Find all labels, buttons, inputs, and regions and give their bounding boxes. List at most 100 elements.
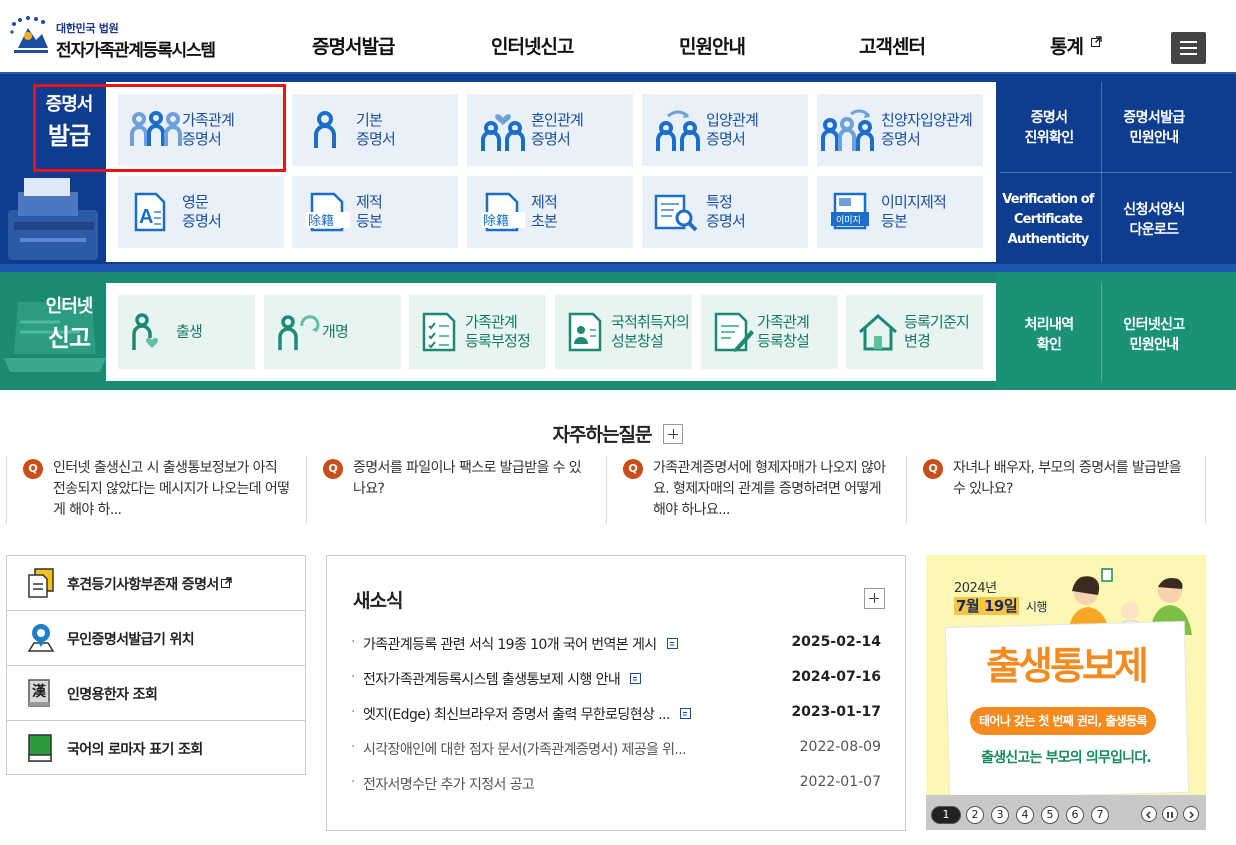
banner-page-3[interactable]: 3 [991,806,1009,824]
faq-question: 가족관계증명서에 형제자매가 나오지 않아요. 형제자매의 관계를 증명하려면 … [653,460,886,518]
news-item-date: 2024-07-16 [791,669,881,685]
faq-item[interactable]: Q 가족관계증명서에 형제자매가 나오지 않아요. 형제자매의 관계를 증명하려… [606,456,906,524]
cert-issue-guide-link[interactable]: 증명서발급 민원안내 [1104,108,1204,148]
banner-page-7[interactable]: 7 [1091,806,1109,824]
banner-next-icon[interactable] [1183,806,1199,822]
tile-label: 혼인관계 증명서 [531,111,584,148]
couple-heart-icon [481,114,525,151]
tile-label: 가족관계 등록부정정 [465,313,531,350]
quick-link-guardianship-cert[interactable]: 후견등기사항부존재 증명서 [7,556,305,611]
news-item-title: 전자서명수단 추가 지정서 공고 [363,777,535,793]
bullet: · [351,739,356,755]
svg-text:漢: 漢 [32,683,47,700]
news-item-date: 2025-02-14 [791,634,881,650]
tile-adoption-cert[interactable]: 입양관계 증명서 [642,94,808,166]
banner-page-4[interactable]: 4 [1016,806,1034,824]
news-item-date: 2022-08-09 [799,739,881,755]
news-item[interactable]: · 가족관계등록 관련 서식 19종 10개 국어 번역본 게시 2025-02… [351,634,881,654]
tile-label: 제적 초본 [531,193,558,230]
tile-label: 국적취득자의 성본창설 [611,313,690,350]
bullet: · [351,669,356,685]
hamburger-icon[interactable] [1171,32,1206,64]
faq-item[interactable]: Q 자녀나 배우자, 부모의 증명서를 발급받을 수 있나요? [906,456,1206,524]
tile-removed-register-copy[interactable]: 除籍 제적 등본 [292,176,458,248]
site-logo[interactable]: 대한민국 법원 전자가족관계등록시스템 [8,14,238,64]
quick-link-kiosk-location[interactable]: 무인증명서발급기 위치 [7,611,305,666]
tile-label: 출생 [176,322,203,341]
svg-text:A: A [139,206,153,228]
tile-marriage-cert[interactable]: 혼인관계 증명서 [467,94,633,166]
tile-removed-register-extract[interactable]: 除籍 제적 초본 [467,176,633,248]
faq-item[interactable]: Q 인터넷 출생신고 시 출생통보정보가 아직 전송되지 않았다는 메시지가 나… [6,456,306,524]
banner-page-6[interactable]: 6 [1066,806,1084,824]
tile-full-adoption-cert[interactable]: 친양자입양관계 증명서 [817,94,983,166]
pause-icon [1167,812,1173,818]
id-card-icon [568,312,602,352]
removed-register-doc-icon: 除籍 [306,192,350,232]
new-doc-icon [679,708,691,719]
green-book-icon [28,734,52,762]
svg-text:除籍: 除籍 [483,213,509,229]
nav-civil-guide[interactable]: 민원안내 [679,32,746,59]
verification-english-link[interactable]: Verification of Certificate Authenticity [996,190,1100,250]
internet-report-guide-link[interactable]: 인터넷신고 민원안내 [1104,315,1204,355]
banner-page-2[interactable]: 2 [966,806,984,824]
chevron-left-icon [1145,811,1151,819]
nav-certificate-issue[interactable]: 증명서발급 [312,32,395,59]
nav-statistics[interactable]: 통계 [1050,32,1102,59]
banner-page-1[interactable]: 1 [931,806,961,824]
news-item-title: 가족관계등록 관련 서식 19종 10개 국어 번역본 게시 [363,634,678,654]
banner-slogan: 태어나 갖는 첫 번째 권리, 출생등록 [970,707,1156,735]
tile-english-cert[interactable]: A 영문 증명서 [118,176,284,248]
nav-internet-report[interactable]: 인터넷신고 [491,32,574,59]
news-item-date: 2023-01-17 [791,704,881,720]
nav-customer-center[interactable]: 고객센터 [859,32,926,59]
tile-name-change-report[interactable]: 개명 [264,295,401,369]
location-pin-icon [27,624,55,652]
banner-prev-icon[interactable] [1141,806,1157,822]
news-item-title: 시각장애인에 대한 점자 문서(가족관계증명서) 제공을 위... [363,742,687,758]
faq-question: 인터넷 출생신고 시 출생통보정보가 아직 전송되지 않았다는 메시지가 나오는… [53,460,290,518]
tile-basic-cert[interactable]: 기본 증명서 [292,94,458,166]
quick-link-hanja-lookup[interactable]: 漢 인명용한자 조회 [7,666,305,721]
tile-register-creation[interactable]: 가족관계 등록창설 [701,295,838,369]
tile-label: 이미지제적 등본 [881,193,947,230]
tile-label: 영문 증명서 [182,193,222,230]
nav-label: 인터넷신고 [491,36,574,58]
family-adoption-icon [821,109,874,151]
tile-birth-report[interactable]: 출생 [118,295,255,369]
processing-history-link[interactable]: 처리내역 확인 [1000,315,1098,355]
nav-label: 민원안내 [679,36,746,58]
news-item[interactable]: · 시각장애인에 대한 점자 문서(가족관계증명서) 제공을 위... 2022… [351,739,881,759]
doc-pen-icon [714,312,754,352]
tile-registration-base-change[interactable]: 등록기준지 변경 [846,295,983,369]
person-icon [314,111,336,148]
question-badge-icon: Q [923,459,943,479]
quick-links-panel: 후견등기사항부존재 증명서 무인증명서발급기 위치 漢 인명용한자 조회 국어의… [6,555,306,775]
news-item[interactable]: · 엣지(Edge) 최신브라우저 증명서 출력 무한로딩현상 ... 2023… [351,704,881,724]
application-form-download-link[interactable]: 신청서양식 다운로드 [1104,200,1204,240]
news-item[interactable]: · 전자서명수단 추가 지정서 공고 2022-01-07 [351,774,881,794]
doc-search-icon [654,194,698,232]
banner-headline: 출생통보제 [986,644,1149,688]
news-more-plus-icon[interactable] [864,588,885,609]
tile-specific-cert[interactable]: 특정 증명서 [642,176,808,248]
tile-image-register-copy[interactable]: 이미지 이미지제적 등본 [817,176,983,248]
tile-register-correction[interactable]: 가족관계 등록부정정 [409,295,546,369]
tile-label: 제적 등본 [356,193,383,230]
internet-report-section: 인터넷 신고 출생 개명 가족관계 등록부정정 국적취득자의 성본창설 가족관계… [0,272,1236,390]
faq-more-plus-icon[interactable] [663,424,684,444]
cert-authenticity-check-link[interactable]: 증명서 진위확인 [1000,108,1098,148]
new-doc-icon [630,673,642,684]
birth-notification-banner[interactable]: 2024년 7월 19일 시행 출생통보제 태어나 갖는 첫 번째 권리, 출생… [926,555,1206,830]
faq-item[interactable]: Q 증명서를 파일이나 팩스로 발급받을 수 있나요? [306,456,606,524]
news-item[interactable]: · 전자가족관계등록시스템 출생통보제 시행 안내 2024-07-16 [351,669,881,689]
birth-icon [132,313,158,350]
tile-label: 가족관계 등록창설 [757,313,810,350]
banner-pause-icon[interactable] [1162,806,1178,822]
banner-footer: 출생신고는 부모의 의무입니다. [981,750,1152,766]
banner-page-5[interactable]: 5 [1041,806,1059,824]
tile-surname-creation[interactable]: 국적취득자의 성본창설 [555,295,692,369]
news-panel: 새소식 · 가족관계등록 관련 서식 19종 10개 국어 번역본 게시 202… [326,555,906,831]
quick-link-romanization[interactable]: 국어의 로마자 표기 조회 [7,721,305,776]
